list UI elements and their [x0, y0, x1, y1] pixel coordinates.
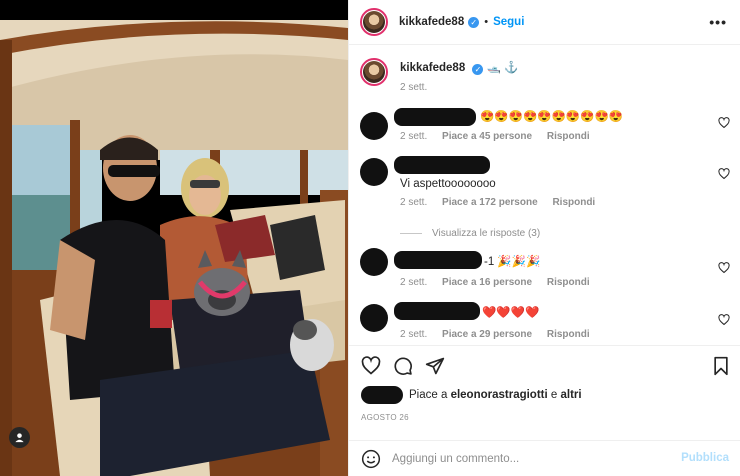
caption-username[interactable]: kikkafede88 — [400, 62, 465, 74]
likes-prefix: Piace a — [409, 389, 448, 401]
user-icon — [15, 433, 24, 443]
like-comment-heart-icon[interactable] — [718, 262, 730, 274]
comments-list[interactable]: kikkafede88 ✓ 🛥️ ⚓ 2 sett. 😍😍😍😍😍😍😍😍😍😍 2 … — [349, 46, 740, 344]
post-date: AGOSTO 26 — [361, 413, 409, 422]
likes-summary: Piace a eleonorastragiotti e altri — [361, 385, 582, 405]
liker-username[interactable]: eleonorastragiotti — [451, 389, 548, 401]
commenter-avatar[interactable] — [360, 112, 388, 140]
caption-text: 🛥️ ⚓ — [486, 62, 519, 74]
comment-text: 😍😍😍😍😍😍😍😍😍😍 — [480, 111, 624, 123]
comment-likes[interactable]: Piace a 45 persone — [442, 131, 532, 142]
comment-time: 2 sett. — [400, 277, 428, 288]
like-comment-heart-icon[interactable] — [718, 314, 730, 326]
save-bookmark-icon[interactable] — [711, 356, 731, 376]
commenter-avatar[interactable] — [360, 248, 388, 276]
comment-time: 2 sett. — [400, 197, 428, 208]
share-send-icon[interactable] — [425, 356, 445, 376]
reply-button[interactable]: Rispondi — [547, 131, 590, 142]
separator-dot: • — [484, 16, 489, 28]
likes-others-link[interactable]: altri — [561, 389, 582, 401]
like-comment-heart-icon[interactable] — [718, 168, 730, 180]
replies-divider — [400, 232, 422, 234]
comment-text: -1 🎉🎉🎉 — [484, 256, 541, 268]
redacted-username — [394, 108, 476, 126]
follow-button[interactable]: Segui — [493, 16, 524, 28]
post-side-panel: kikkafede88 ✓ • Segui ••• kikkafede88 ✓ … — [348, 0, 740, 476]
like-heart-icon[interactable] — [361, 356, 381, 376]
comment-likes[interactable]: Piace a 16 persone — [442, 277, 532, 288]
comment-bubble-icon[interactable] — [393, 356, 413, 376]
redacted-username — [394, 302, 480, 320]
author-username[interactable]: kikkafede88 — [399, 16, 464, 28]
view-replies-label[interactable]: Visualizza le risposte (3) — [432, 228, 540, 239]
tagged-users-button[interactable] — [9, 427, 30, 448]
comment-likes[interactable]: Piace a 172 persone — [442, 197, 538, 208]
verified-badge-icon: ✓ — [468, 16, 480, 28]
commenter-avatar[interactable] — [360, 304, 388, 332]
emoji-smiley-icon[interactable] — [361, 449, 381, 469]
comment-text: Vi aspettoooooooo — [400, 178, 496, 190]
redacted-liker-avatars — [361, 386, 403, 404]
author-avatar[interactable] — [360, 8, 388, 36]
post-photo[interactable] — [0, 0, 348, 476]
add-comment-bar: Pubblica — [349, 440, 740, 476]
comment-time: 2 sett. — [400, 329, 428, 340]
publish-button[interactable]: Pubblica — [681, 452, 729, 464]
comment-likes[interactable]: Piace a 29 persone — [442, 329, 532, 340]
verified-badge-icon: ✓ — [472, 64, 484, 75]
comment-text: ❤️❤️❤️❤️ — [482, 307, 540, 319]
reply-button[interactable]: Rispondi — [547, 329, 590, 340]
reply-button[interactable]: Rispondi — [547, 277, 590, 288]
post-header: kikkafede88 ✓ • Segui ••• — [349, 0, 740, 45]
post-actions-bar — [349, 345, 740, 383]
likes-conj: e — [550, 389, 558, 401]
more-options-icon[interactable]: ••• — [709, 14, 727, 30]
comment-time: 2 sett. — [400, 131, 428, 142]
caption-time: 2 sett. — [400, 82, 428, 93]
caption-avatar[interactable] — [360, 58, 388, 86]
boat-photo-illustration — [0, 0, 348, 476]
redacted-username — [394, 251, 482, 269]
like-comment-heart-icon[interactable] — [718, 117, 730, 129]
redacted-username — [394, 156, 490, 174]
commenter-avatar[interactable] — [360, 158, 388, 186]
comment-input[interactable] — [392, 448, 672, 470]
view-replies-button[interactable]: Visualizza le risposte (3) — [400, 228, 540, 239]
reply-button[interactable]: Rispondi — [552, 197, 595, 208]
